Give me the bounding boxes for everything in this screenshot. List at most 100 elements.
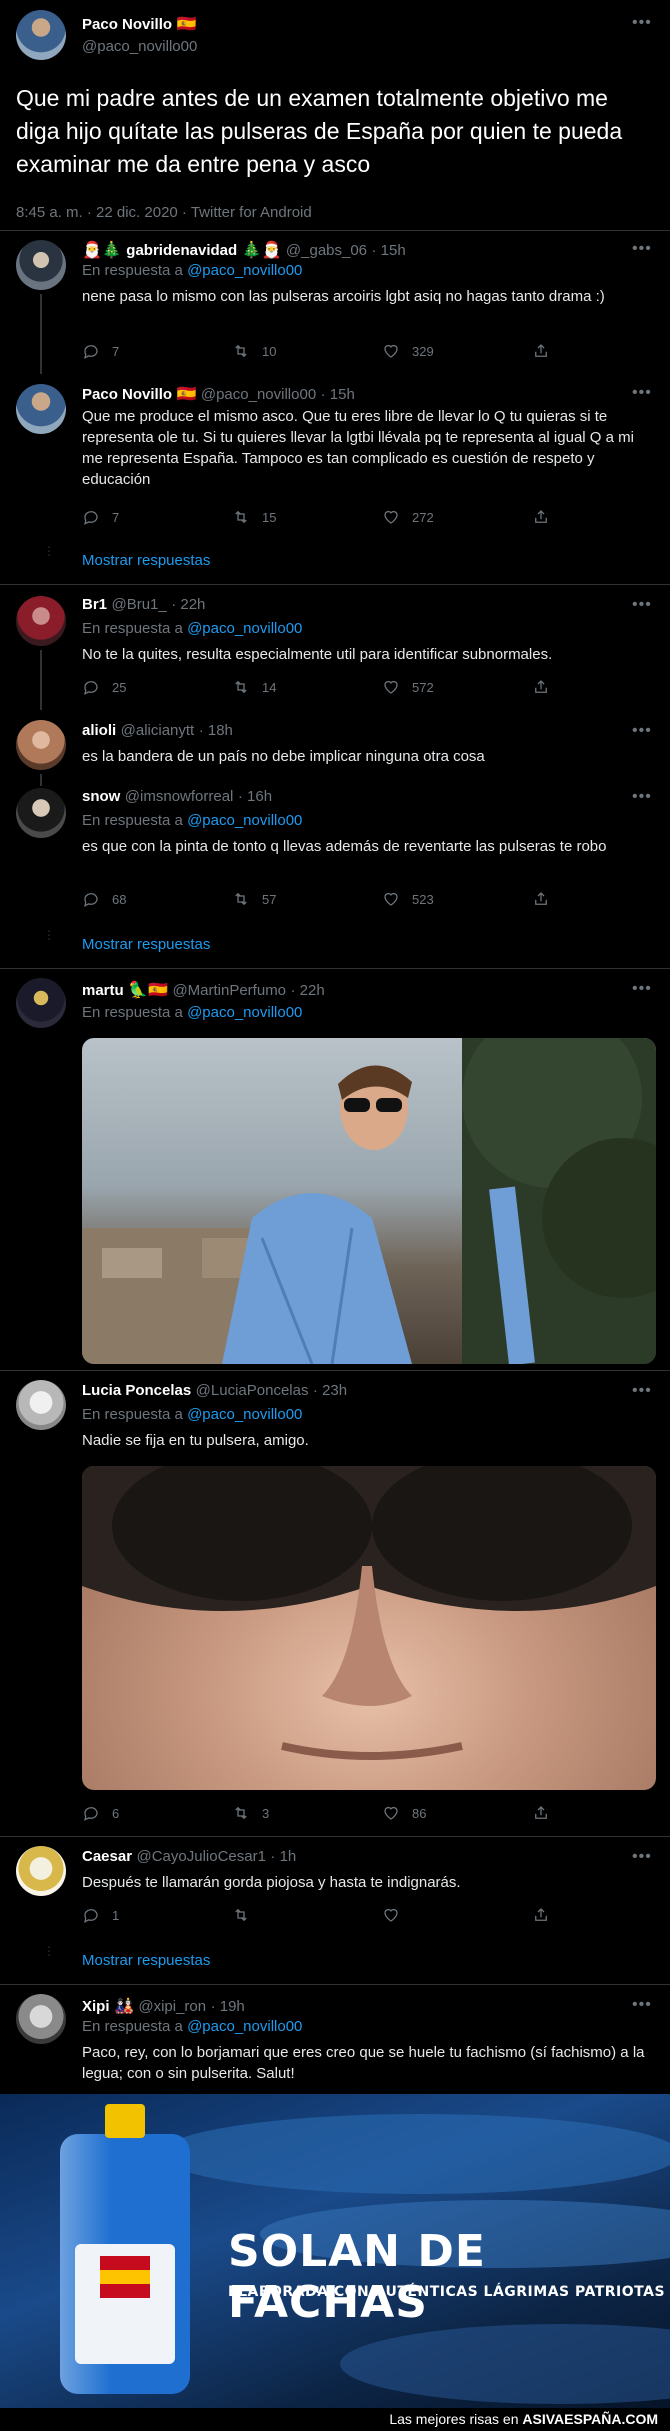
timestamp[interactable]: · 15h xyxy=(371,242,405,259)
author-name[interactable]: Paco Novillo xyxy=(82,386,172,403)
more-options-icon[interactable]: ••• xyxy=(632,980,652,998)
author-name[interactable]: Lucia Poncelas xyxy=(82,1382,191,1399)
more-options-icon[interactable]: ••• xyxy=(632,14,652,32)
like-count: 329 xyxy=(412,343,434,359)
author-handle[interactable]: @paco_novillo00 xyxy=(201,386,316,403)
timestamp[interactable]: · 22h xyxy=(290,982,324,999)
like-button[interactable]: 86 xyxy=(382,1804,532,1822)
author-name[interactable]: Caesar xyxy=(82,1848,132,1865)
avatar[interactable] xyxy=(16,978,66,1028)
retweet-button[interactable]: 10 xyxy=(232,342,382,360)
like-button[interactable] xyxy=(382,1906,532,1924)
avatar[interactable] xyxy=(16,1994,66,2044)
action-bar: 7 10 329 xyxy=(82,342,670,360)
photo-illustration xyxy=(82,1038,656,1364)
author-handle[interactable]: @LuciaPoncelas xyxy=(196,1382,309,1399)
share-button[interactable] xyxy=(532,342,670,360)
share-button[interactable] xyxy=(532,1906,670,1924)
author-name[interactable]: alioli xyxy=(82,722,116,739)
reply-count: 6 xyxy=(112,1805,120,1821)
author-name[interactable]: martu xyxy=(82,982,124,999)
reply-header: 🎅🎄 gabridenavidad 🎄🎅 @_gabs_06 · 15h xyxy=(82,240,406,260)
reply-button[interactable]: 7 xyxy=(82,342,232,360)
timestamp[interactable]: · 16h xyxy=(238,788,272,805)
thread-dots: ⋮ xyxy=(43,544,55,558)
retweet-button[interactable]: 14 xyxy=(232,678,382,696)
share-button[interactable] xyxy=(532,890,670,908)
show-replies-link[interactable]: Mostrar respuestas xyxy=(82,1952,210,1969)
share-button[interactable] xyxy=(532,1804,670,1822)
like-button[interactable]: 329 xyxy=(382,342,532,360)
more-options-icon[interactable]: ••• xyxy=(632,722,652,740)
mention-link[interactable]: @paco_novillo00 xyxy=(187,2018,302,2035)
more-options-icon[interactable]: ••• xyxy=(632,1996,652,2014)
author-handle[interactable]: @CayoJulioCesar1 xyxy=(137,1848,266,1865)
share-button[interactable] xyxy=(532,678,670,696)
reply-button[interactable]: 68 xyxy=(82,890,232,908)
avatar[interactable] xyxy=(16,10,66,60)
author-handle[interactable]: @Bru1_ xyxy=(111,596,166,613)
timestamp[interactable]: · 18h xyxy=(199,722,233,739)
avatar[interactable] xyxy=(16,1846,66,1896)
show-replies-link[interactable]: Mostrar respuestas xyxy=(82,552,210,569)
mention-link[interactable]: @paco_novillo00 xyxy=(187,620,302,637)
author-name[interactable]: Br1 xyxy=(82,596,107,613)
retweet-button[interactable]: 15 xyxy=(232,508,382,526)
reply-button[interactable]: 25 xyxy=(82,678,232,696)
retweet-button[interactable] xyxy=(232,1906,382,1924)
author-handle[interactable]: @_gabs_06 xyxy=(286,242,367,259)
reply-text: Nadie se fija en tu pulsera, amigo. xyxy=(82,1432,309,1449)
avatar[interactable] xyxy=(16,788,66,838)
reply-header: Paco Novillo 🇪🇸 @paco_novillo00 · 15h xyxy=(82,384,355,404)
author-handle[interactable]: @imsnowforreal xyxy=(125,788,234,805)
author-handle[interactable]: @alicianytt xyxy=(121,722,195,739)
thread-dots: ⋮ xyxy=(43,928,55,942)
reply-to-label: En respuesta a xyxy=(82,812,183,829)
reply-button[interactable]: 7 xyxy=(82,508,232,526)
like-button[interactable]: 272 xyxy=(382,508,532,526)
show-replies-link[interactable]: Mostrar respuestas xyxy=(82,936,210,953)
more-options-icon[interactable]: ••• xyxy=(632,1848,652,1866)
retweet-button[interactable]: 3 xyxy=(232,1804,382,1822)
more-options-icon[interactable]: ••• xyxy=(632,240,652,258)
avatar[interactable] xyxy=(16,1380,66,1430)
divider xyxy=(0,968,670,969)
share-button[interactable] xyxy=(532,508,670,526)
timestamp[interactable]: · 1h xyxy=(270,1848,296,1865)
avatar[interactable] xyxy=(16,720,66,770)
like-button[interactable]: 572 xyxy=(382,678,532,696)
reply-count: 7 xyxy=(112,343,120,359)
thread-dots: ⋮ xyxy=(43,1944,55,1958)
action-bar: 68 57 523 xyxy=(82,890,670,908)
mention-link[interactable]: @paco_novillo00 xyxy=(187,262,302,279)
author-handle[interactable]: @xipi_ron xyxy=(138,1998,206,2015)
timestamp[interactable]: · 23h xyxy=(313,1382,347,1399)
avatar[interactable] xyxy=(16,596,66,646)
mention-link[interactable]: @paco_novillo00 xyxy=(187,812,302,829)
like-button[interactable]: 523 xyxy=(382,890,532,908)
author-handle[interactable]: @MartinPerfumo xyxy=(172,982,286,999)
more-options-icon[interactable]: ••• xyxy=(632,1382,652,1400)
mention-link[interactable]: @paco_novillo00 xyxy=(187,1004,302,1021)
attached-photo[interactable] xyxy=(82,1466,656,1790)
timestamp[interactable]: · 15h xyxy=(321,386,355,403)
avatar[interactable] xyxy=(16,384,66,434)
more-options-icon[interactable]: ••• xyxy=(632,596,652,614)
author-name[interactable]: gabridenavidad xyxy=(126,242,237,259)
reply-header: Lucia Poncelas @LuciaPoncelas · 23h xyxy=(82,1382,347,1400)
more-options-icon[interactable]: ••• xyxy=(632,384,652,402)
avatar[interactable] xyxy=(16,240,66,290)
reply-button[interactable]: 6 xyxy=(82,1804,232,1822)
reply-button[interactable]: 1 xyxy=(82,1906,232,1924)
author-handle[interactable]: @paco_novillo00 xyxy=(82,38,197,55)
author-name[interactable]: Paco Novillo xyxy=(82,16,172,33)
attached-photo[interactable] xyxy=(82,1038,656,1364)
more-options-icon[interactable]: ••• xyxy=(632,788,652,806)
footer-site-link[interactable]: ASIVAESPAÑA.COM xyxy=(522,2411,658,2427)
mention-link[interactable]: @paco_novillo00 xyxy=(187,1406,302,1423)
author-name[interactable]: snow xyxy=(82,788,120,805)
retweet-button[interactable]: 57 xyxy=(232,890,382,908)
timestamp[interactable]: · 22h xyxy=(171,596,205,613)
timestamp[interactable]: · 19h xyxy=(211,1998,245,2015)
author-name[interactable]: Xipi xyxy=(82,1998,110,2015)
